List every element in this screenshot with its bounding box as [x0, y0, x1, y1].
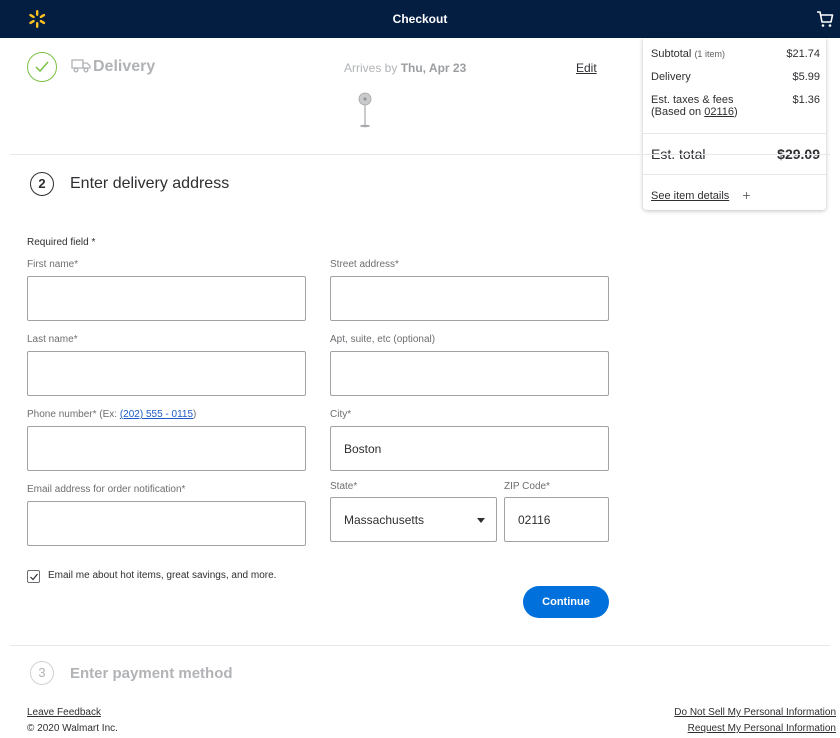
email-opt-in-checkbox[interactable] [27, 570, 40, 583]
apt-suite-label: Apt, suite, etc (optional) [330, 334, 436, 345]
zip-code-label: ZIP Code* [504, 481, 550, 492]
summary-divider [643, 174, 826, 175]
step-number-2: 2 [30, 172, 54, 196]
check-icon [35, 61, 49, 73]
street-address-input[interactable] [330, 276, 609, 321]
checkbox-check-icon [30, 573, 38, 581]
email-label: Email address for order notification* [27, 484, 186, 495]
plus-icon[interactable]: + [742, 187, 750, 203]
zip-code-input[interactable]: 02116 [504, 497, 609, 542]
do-not-sell-link[interactable]: Do Not Sell My Personal Information [674, 707, 836, 718]
leave-feedback-link[interactable]: Leave Feedback [27, 707, 101, 718]
order-summary-panel: Subtotal (1 item) $21.74 Delivery $5.99 … [643, 38, 826, 210]
request-info-link[interactable]: Request My Personal Information [688, 723, 836, 734]
caret-down-icon [477, 518, 485, 523]
delivery-fee-value: $5.99 [792, 71, 820, 83]
last-name-label: Last name* [27, 334, 78, 345]
top-header: Checkout [0, 0, 840, 38]
taxes-note: (Based on 02116) [651, 106, 738, 118]
street-address-label: Street address* [330, 259, 399, 270]
phone-number-label: Phone number* (Ex: (202) 555 - 0115) [27, 409, 197, 420]
city-input[interactable]: Boston [330, 426, 609, 471]
section-divider [10, 154, 830, 155]
subtotal-label: Subtotal [651, 48, 692, 60]
taxes-row: Est. taxes & fees (Based on 02116) $1.36 [651, 94, 820, 118]
first-name-label: First name* [27, 259, 79, 270]
phone-example-link[interactable]: (202) 555 - 0115 [120, 409, 193, 420]
arrival-date: Thu, Apr 23 [400, 61, 467, 75]
step-number-3: 3 [30, 661, 54, 685]
truck-icon [71, 59, 91, 73]
summary-divider [643, 133, 826, 134]
delivery-step-title: Delivery [93, 58, 156, 75]
email-input[interactable] [27, 501, 306, 546]
taxes-value: $1.36 [792, 94, 820, 106]
phone-number-input[interactable] [27, 426, 306, 471]
city-label: City* [330, 409, 352, 420]
required-field-note: Required field * [27, 237, 96, 248]
zip-code-value: 02116 [518, 512, 551, 527]
subtotal-row: Subtotal (1 item) $21.74 [651, 48, 820, 60]
cart-icon[interactable] [816, 10, 834, 28]
taxes-zip-link[interactable]: 02116 [704, 106, 734, 118]
subtotal-value: $21.74 [786, 48, 820, 60]
state-label: State* [330, 481, 358, 492]
taxes-label: Est. taxes & fees [651, 94, 734, 106]
delivery-fee-row: Delivery $5.99 [651, 71, 820, 83]
page-title: Checkout [392, 12, 448, 26]
email-opt-in-label: Email me about hot items, great savings,… [48, 570, 277, 581]
see-item-details[interactable]: See item details + [651, 187, 751, 203]
see-item-details-link[interactable]: See item details [651, 190, 729, 202]
city-value: Boston [344, 441, 382, 456]
apt-suite-input[interactable] [330, 351, 609, 396]
state-value: Massachusetts [344, 512, 425, 527]
first-name-input[interactable] [27, 276, 306, 321]
payment-step-title: Enter payment method [70, 665, 233, 682]
copyright: © 2020 Walmart Inc. [27, 723, 118, 734]
section-divider [10, 645, 830, 646]
continue-button[interactable]: Continue [523, 586, 609, 618]
subtotal-item-count: (1 item) [694, 49, 725, 59]
edit-delivery-link[interactable]: Edit [576, 61, 597, 75]
address-step-title: Enter delivery address [70, 175, 230, 192]
arrival-estimate: Arrives by Thu, Apr 23 [344, 61, 467, 75]
fan-icon [358, 92, 372, 128]
delivery-fee-label: Delivery [651, 71, 691, 83]
last-name-input[interactable] [27, 351, 306, 396]
step-complete-check [27, 52, 57, 82]
state-select[interactable]: Massachusetts [330, 497, 497, 542]
